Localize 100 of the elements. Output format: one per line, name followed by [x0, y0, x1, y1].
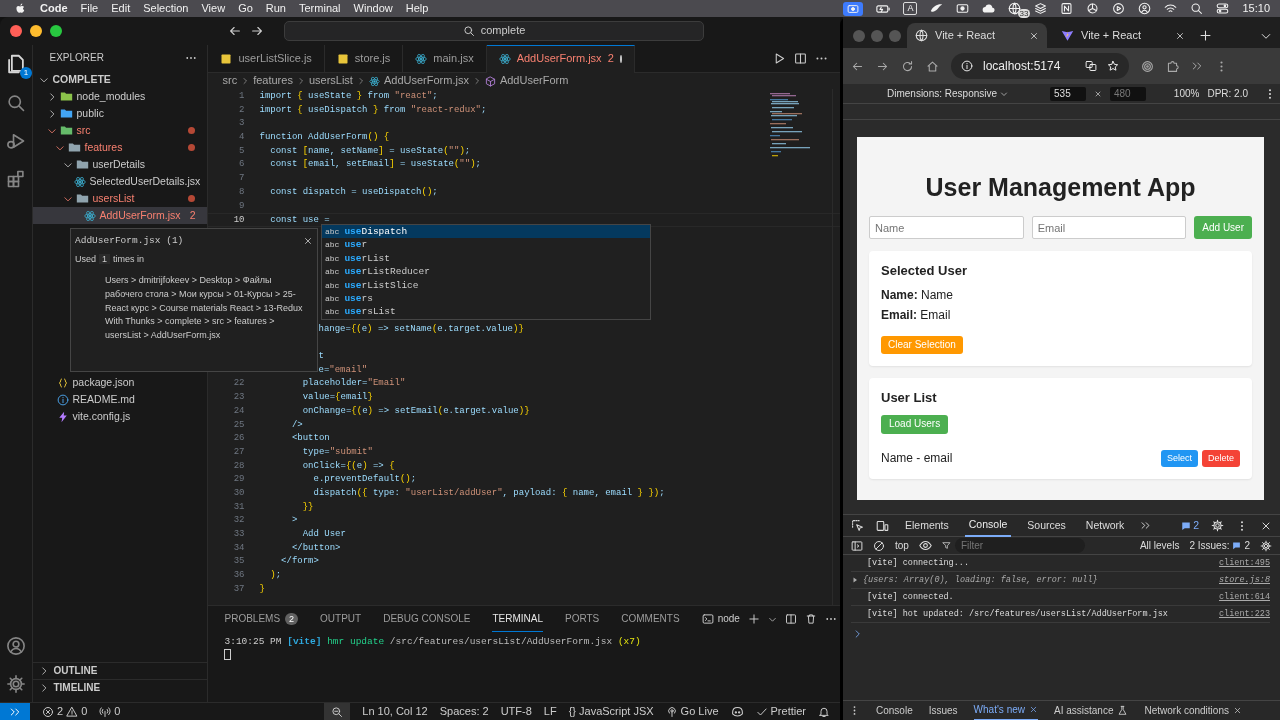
inspect-element-icon[interactable] [851, 519, 864, 532]
menu-item[interactable]: Selection [143, 0, 189, 17]
run-debug-icon[interactable] [6, 131, 27, 151]
drawer-tab[interactable]: AI assistance [1054, 700, 1129, 720]
browser-tab[interactable]: Vite + React [1053, 23, 1193, 48]
minimize-window-button[interactable] [30, 25, 42, 37]
go-live-button[interactable]: Go Live [665, 704, 719, 719]
drawer-tab[interactable]: What's new [973, 700, 1038, 720]
name-input[interactable]: Name [869, 216, 1024, 239]
apple-logo-icon[interactable] [14, 2, 27, 15]
ports-status[interactable]: 0 [99, 704, 121, 719]
tree-item[interactable]: src [33, 122, 208, 139]
drawer-tab[interactable]: Console [876, 700, 913, 720]
play-circle-icon[interactable] [1112, 2, 1126, 15]
dimensions-dropdown[interactable]: Dimensions: Responsive [887, 87, 1009, 100]
menu-clock[interactable]: 15:10 [1242, 0, 1270, 17]
tree-item[interactable]: usersList [33, 190, 208, 207]
panel-tab[interactable]: DEBUG CONSOLE [383, 606, 471, 632]
menu-item[interactable]: File [80, 0, 99, 17]
reload-icon[interactable] [901, 59, 914, 73]
expand-triangle-icon[interactable] [851, 576, 859, 584]
breadcrumb-item[interactable]: src [222, 74, 238, 88]
zoom-window-button[interactable] [50, 25, 62, 37]
tree-item[interactable]: node_modules [33, 88, 208, 105]
devtools-tab[interactable]: Console [964, 514, 1012, 537]
source-link[interactable]: client:614 [1219, 591, 1270, 603]
menu-item[interactable]: Run [265, 0, 286, 17]
source-link[interactable]: client:223 [1219, 608, 1270, 620]
translate-icon[interactable] [1085, 60, 1097, 72]
source-link[interactable]: client:495 [1219, 557, 1270, 569]
split-editor-icon[interactable] [794, 52, 807, 65]
tree-item[interactable]: SelectedUserDetails.jsx [33, 173, 208, 190]
devtools-tab[interactable]: Sources [1023, 514, 1070, 537]
filter-field[interactable]: Filter [954, 538, 1085, 553]
width-field[interactable]: 535 [1050, 86, 1086, 101]
settings-icon[interactable] [6, 674, 27, 694]
breadcrumb-item[interactable]: AddUserForm.jsx [383, 74, 469, 88]
problems-status[interactable]: 2 0 [42, 704, 88, 719]
search-icon[interactable] [6, 93, 27, 113]
close-tab-icon[interactable] [1029, 30, 1039, 41]
section-header[interactable]: TIMELINE [33, 679, 208, 696]
notifications-icon[interactable] [818, 705, 830, 718]
input-source-indicator[interactable]: A [903, 2, 918, 15]
status-item[interactable]: Spaces: 2 [439, 704, 489, 719]
cloud-icon[interactable] [982, 2, 996, 15]
clear-console-icon[interactable] [873, 539, 885, 552]
email-input[interactable]: Email [1031, 216, 1187, 239]
height-field[interactable]: 480 [1109, 86, 1146, 101]
messages-indicator[interactable]: 2 [1181, 519, 1199, 532]
tree-item[interactable]: package.json [33, 374, 208, 391]
levels-dropdown[interactable]: All levels [1139, 539, 1180, 552]
drawer-tab[interactable]: Issues [928, 700, 958, 720]
panel-tab[interactable]: PROBLEMS 2 [224, 606, 299, 632]
tree-item[interactable]: AddUserForm.jsx 2 [33, 207, 208, 224]
issues-indicator[interactable]: 2 Issues: 2 [1189, 539, 1250, 552]
tree-item[interactable]: userDetails [33, 156, 208, 173]
menu-item[interactable]: View [201, 0, 226, 17]
close-window-button[interactable] [10, 25, 22, 37]
account-icon[interactable] [6, 636, 27, 656]
zoom-button[interactable] [324, 702, 351, 720]
close-icon[interactable] [303, 235, 313, 246]
close-tab-icon[interactable] [1175, 30, 1185, 41]
workspace-root[interactable]: COMPLETE [52, 73, 111, 86]
sidebar-toggle-icon[interactable] [851, 539, 863, 552]
suggestion-item[interactable]: abc user [322, 238, 650, 252]
more-tools-icon[interactable] [1191, 60, 1203, 72]
app-menu[interactable]: Code [40, 0, 68, 17]
editor-tab[interactable]: AddUserForm.jsx 2 [486, 44, 635, 73]
trash-icon[interactable] [804, 613, 817, 625]
site-info-icon[interactable] [961, 60, 973, 72]
breadcrumb-item[interactable]: features [253, 74, 293, 88]
editor-tab[interactable]: userListSlice.js [208, 44, 325, 73]
devtools-tab[interactable]: Elements [901, 514, 953, 537]
console-prompt-icon[interactable] [853, 629, 863, 639]
note-app-icon[interactable] [1060, 2, 1074, 15]
dpr-dropdown[interactable]: DPR: 2.0 [1207, 87, 1248, 100]
suggestion-item[interactable]: abc users [322, 291, 650, 306]
extensions-icon[interactable] [1166, 59, 1179, 73]
editor-tab[interactable]: main.jsx [403, 44, 487, 73]
suggestion-item[interactable]: abc userListReducer [322, 265, 650, 279]
stylus-icon[interactable] [930, 2, 944, 15]
language-mode[interactable]: {} JavaScript JSX [568, 704, 654, 719]
breadcrumb-item[interactable]: AddUserForm [499, 74, 569, 88]
delete-button[interactable]: Delete [1202, 449, 1240, 467]
menu-item[interactable]: Window [353, 0, 393, 17]
prettier-status[interactable]: Prettier [755, 704, 806, 719]
suggestion-item[interactable]: abc userListSlice [322, 278, 650, 292]
remote-button[interactable] [0, 702, 30, 720]
tree-item[interactable]: features [33, 139, 208, 156]
bookmark-star-icon[interactable] [1107, 60, 1119, 72]
menu-item[interactable]: Edit [111, 0, 131, 17]
editor-tab[interactable]: store.js [324, 44, 404, 73]
status-item[interactable]: Ln 10, Col 12 [362, 704, 428, 719]
panel-tab[interactable]: PORTS [565, 606, 600, 632]
recorder-icon[interactable] [956, 2, 970, 15]
section-header[interactable]: OUTLINE [33, 662, 208, 679]
person-icon[interactable] [1138, 2, 1152, 15]
drawer-tab[interactable]: Network conditions [1144, 700, 1242, 720]
panel-tab[interactable]: TERMINAL [492, 606, 543, 632]
status-item[interactable]: LF [543, 704, 557, 719]
